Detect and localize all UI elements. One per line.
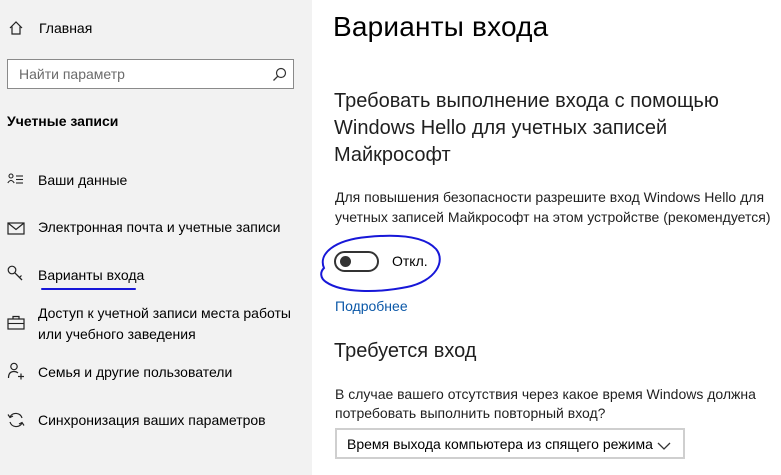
chevron-down-icon — [657, 438, 671, 450]
settings-sidebar: Главная Найти параметр Учетные записи Ва… — [0, 0, 312, 475]
hello-description: Для повышения безопасности разрешите вхо… — [335, 189, 771, 225]
person-list-icon — [7, 172, 25, 190]
sidebar-item-label: Варианты входа — [38, 267, 145, 283]
person-add-icon — [7, 362, 25, 380]
toggle-knob — [340, 256, 351, 267]
sidebar-item-work-access[interactable]: Доступ к учетной записи места работы или… — [0, 303, 312, 345]
windows-hello-toggle[interactable] — [334, 251, 379, 272]
select-value: Время выхода компьютера из спящего режим… — [347, 436, 653, 452]
annotation-underline — [41, 288, 136, 290]
hello-heading: Требовать выполнение входа с помощью Win… — [334, 90, 719, 166]
more-info-link[interactable]: Подробнее — [335, 298, 408, 314]
sidebar-item-sign-in-options[interactable]: Варианты входа — [0, 265, 312, 287]
signin-heading: Требуется вход — [334, 340, 477, 362]
home-label: Главная — [39, 20, 93, 36]
search-placeholder: Найти параметр — [19, 66, 125, 82]
main-content: Варианты входа Требовать выполнение вход… — [312, 0, 781, 475]
home-nav-item[interactable]: Главная — [0, 10, 312, 46]
page-title: Варианты входа — [333, 11, 549, 42]
sidebar-item-label: Семья и другие пользователи — [38, 364, 233, 380]
section-title: Учетные записи — [7, 113, 119, 129]
search-icon[interactable] — [272, 67, 287, 82]
sidebar-item-sync[interactable]: Синхронизация ваших параметров — [0, 410, 312, 432]
sidebar-item-label: Доступ к учетной записи места работы или… — [38, 305, 291, 342]
sidebar-item-email[interactable]: Электронная почта и учетные записи — [0, 217, 312, 239]
mail-icon — [7, 220, 25, 238]
sidebar-item-family[interactable]: Семья и другие пользователи — [0, 362, 312, 384]
sidebar-item-label: Синхронизация ваших параметров — [38, 412, 266, 428]
sidebar-item-label: Ваши данные — [38, 172, 128, 188]
briefcase-icon — [7, 314, 25, 332]
home-icon — [8, 20, 24, 36]
signin-description: В случае вашего отсутствия через какое в… — [335, 386, 756, 421]
sync-icon — [7, 411, 25, 429]
sidebar-item-your-info[interactable]: Ваши данные — [0, 170, 312, 192]
search-input[interactable]: Найти параметр — [7, 59, 294, 89]
toggle-state-label: Откл. — [392, 253, 428, 269]
key-icon — [7, 265, 25, 283]
signin-required-select[interactable]: Время выхода компьютера из спящего режим… — [335, 428, 685, 459]
sidebar-item-label: Электронная почта и учетные записи — [38, 219, 281, 235]
